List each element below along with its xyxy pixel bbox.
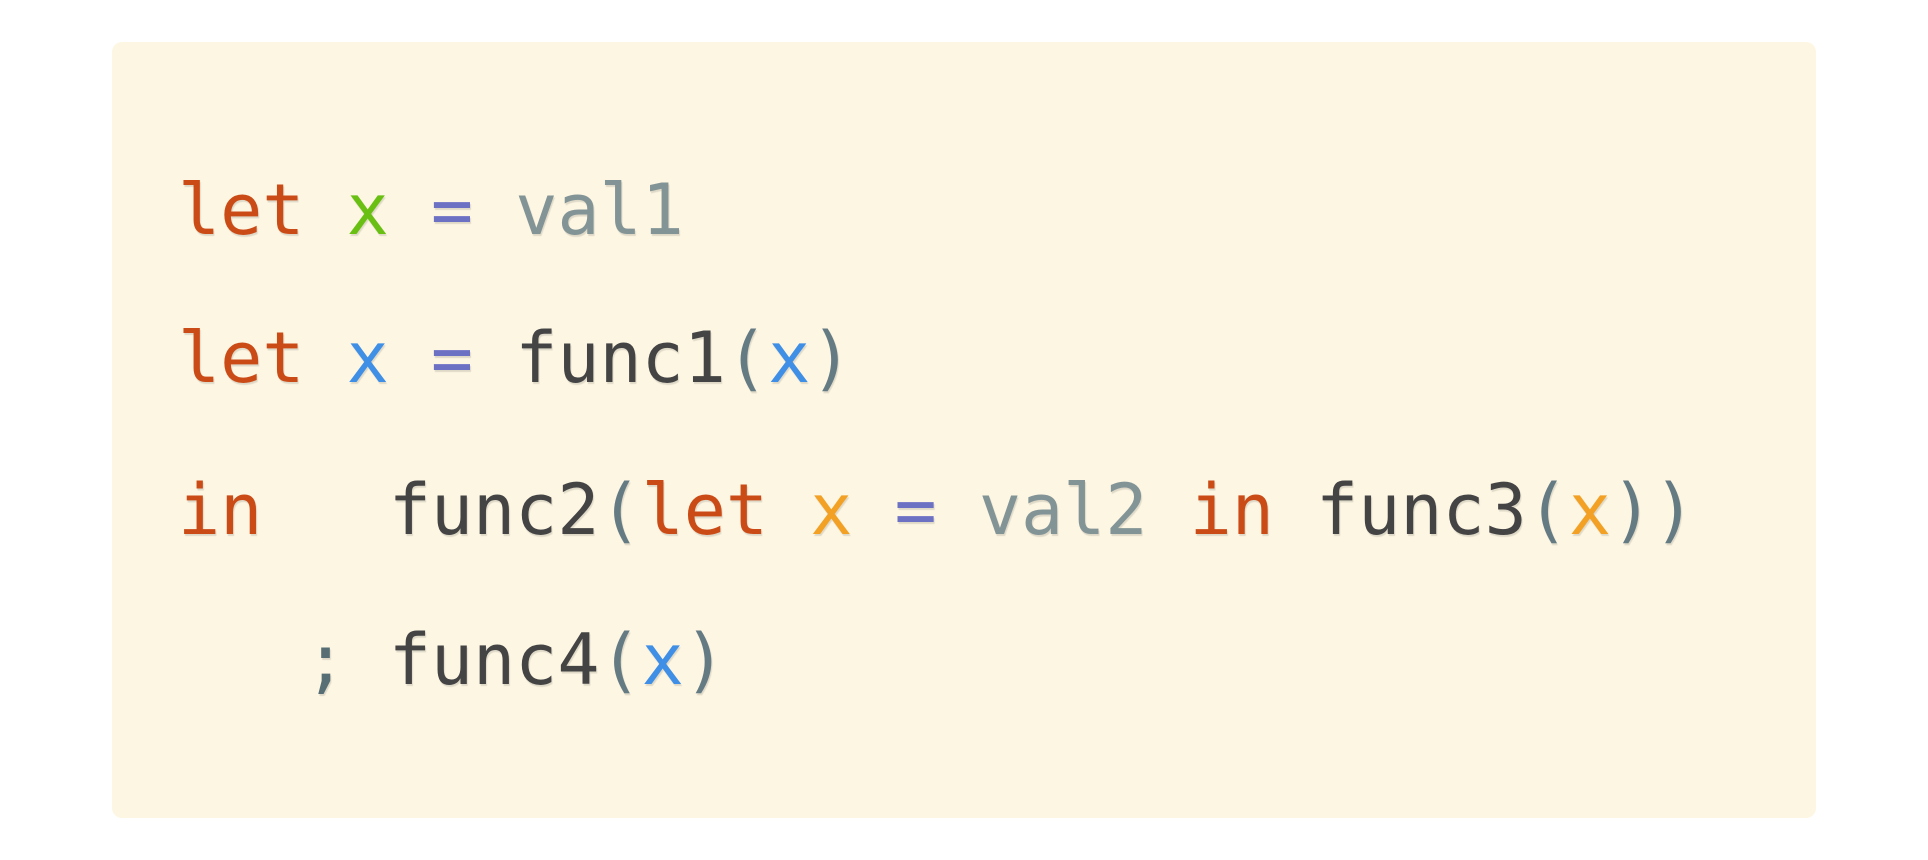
code-token-paren: ) — [810, 317, 853, 399]
code-line-4: ; func4(x) — [178, 610, 726, 710]
code-token-paren: ) — [683, 619, 726, 701]
code-token-punct: ; — [304, 619, 347, 701]
code-token-operator: = — [430, 169, 474, 251]
code-token-var-blue: x — [768, 317, 811, 399]
code-token-var-blue: x — [641, 619, 684, 701]
code-token-paren: ( — [1526, 469, 1569, 551]
code-token-paren: ( — [725, 317, 769, 399]
code-token-keyword: let — [641, 469, 769, 551]
code-token-paren: ( — [599, 619, 642, 701]
code-token-operator: = — [894, 469, 937, 551]
code-token-keyword: let — [178, 317, 305, 399]
code-token-var-orange: x — [1568, 469, 1612, 551]
code-block: let x = val1 let x = func1(x) in func2(l… — [112, 42, 1816, 818]
code-token-keyword: let — [178, 169, 305, 251]
code-line-3: in func2(let x = val2 in func3(x)) — [178, 460, 1695, 560]
code-line-2: let x = func1(x) — [178, 308, 852, 408]
code-token-value: val1 — [515, 169, 684, 251]
code-line-1: let x = val1 — [178, 160, 684, 260]
code-token-keyword: in — [1189, 469, 1274, 551]
code-token-paren: ( — [599, 469, 642, 551]
code-token-function: func2 — [388, 469, 600, 551]
code-token-keyword: in — [178, 469, 263, 551]
code-token-function: func1 — [515, 317, 726, 399]
code-token-var-orange: x — [810, 469, 853, 551]
code-token-function: func4 — [388, 619, 600, 701]
code-token-var-blue: x — [346, 317, 389, 399]
code-token-operator: = — [430, 317, 474, 399]
code-token-value: val2 — [978, 469, 1148, 551]
code-token-paren: )) — [1611, 469, 1696, 551]
code-token-var-green: x — [346, 169, 389, 251]
code-token-function: func3 — [1316, 469, 1527, 551]
